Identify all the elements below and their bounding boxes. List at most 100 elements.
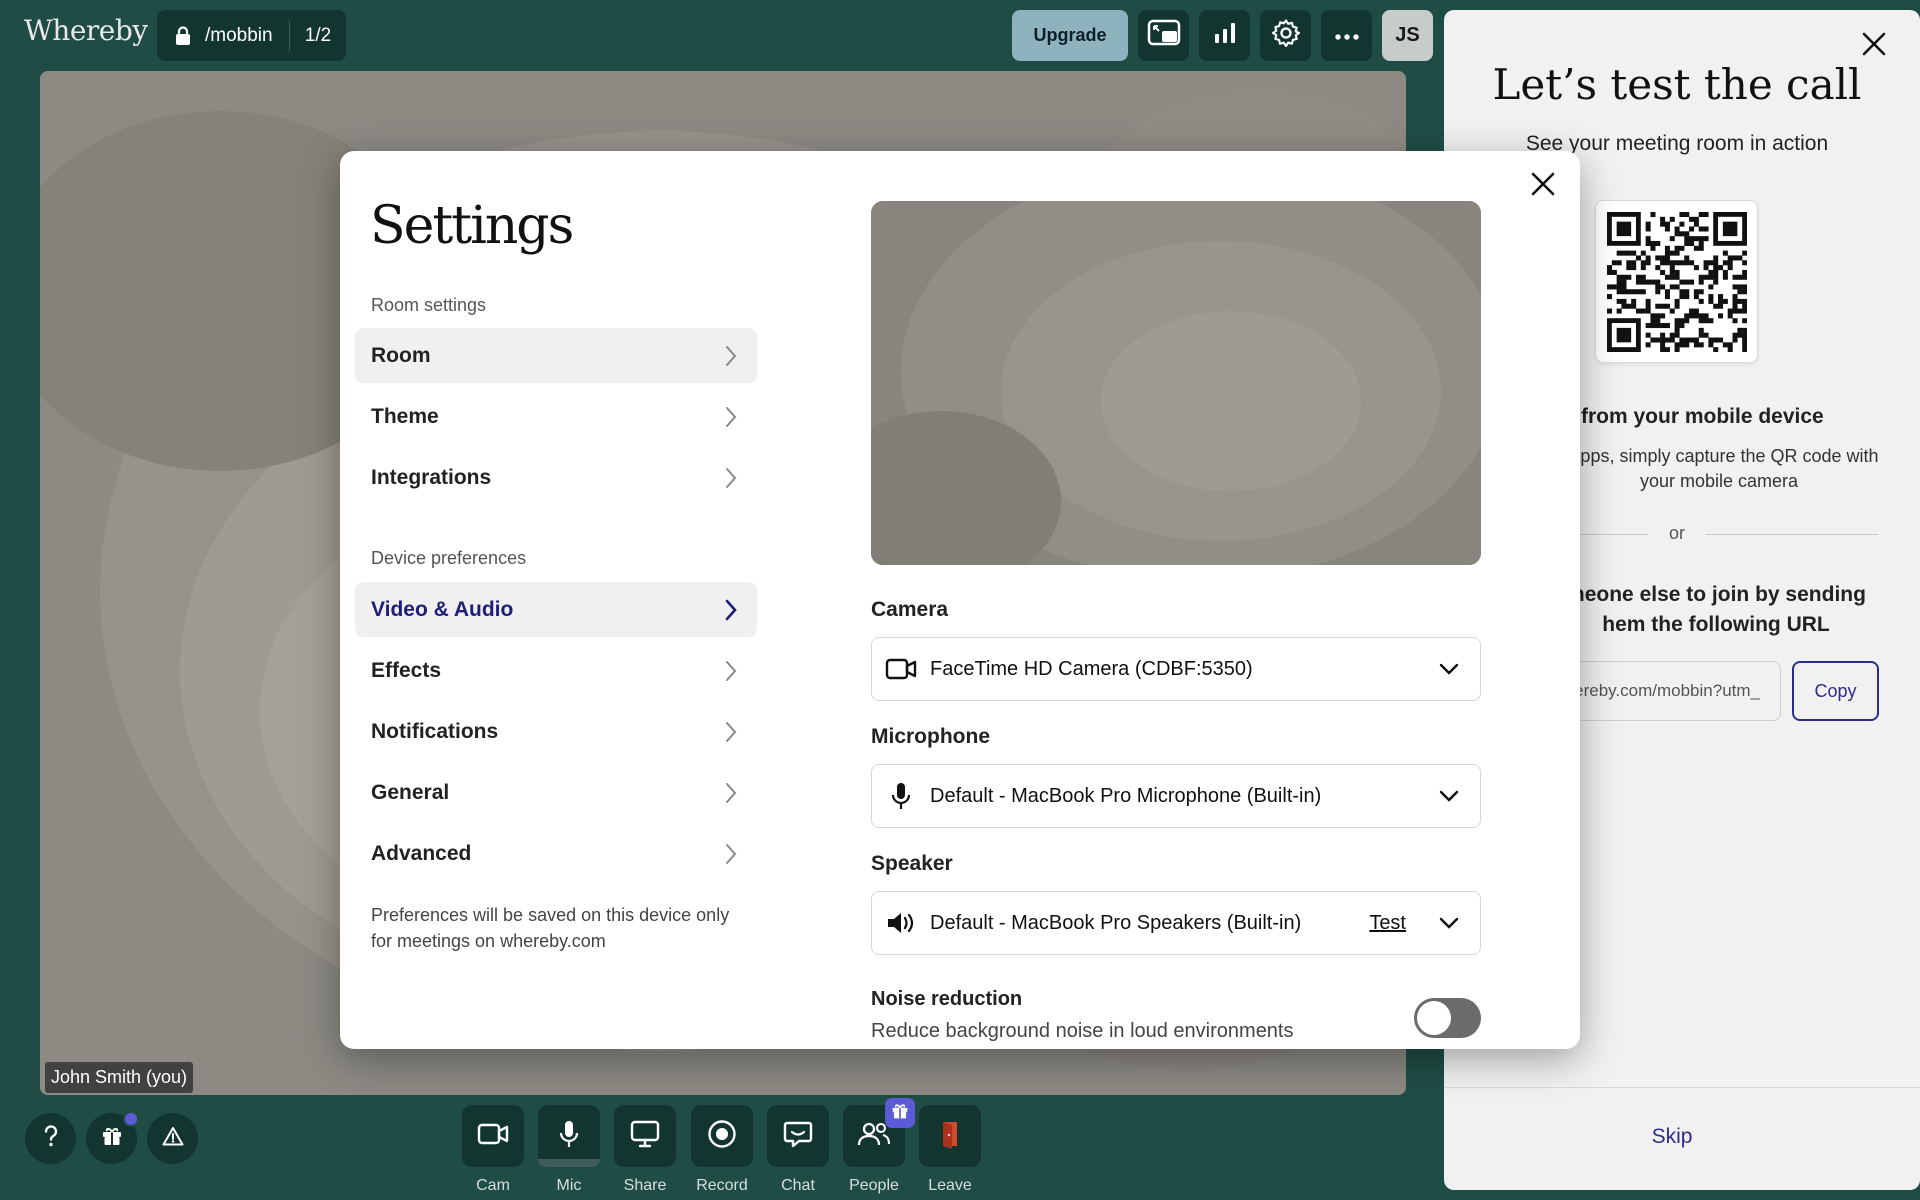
user-avatar[interactable]: JS xyxy=(1382,10,1433,61)
chevron-down-icon xyxy=(1424,790,1474,802)
mic-button-box[interactable] xyxy=(538,1105,600,1167)
settings-button[interactable] xyxy=(1260,10,1311,61)
cam-button-box[interactable] xyxy=(462,1105,524,1167)
participant-count: 1/2 xyxy=(304,24,332,46)
invite-heading: meone else to join by sending hem the fo… xyxy=(1566,583,1866,636)
share-button-box[interactable] xyxy=(614,1105,676,1167)
gift-icon xyxy=(891,1102,909,1125)
nav-item-theme[interactable]: Theme xyxy=(355,389,757,444)
skip-button[interactable]: Skip xyxy=(1444,1125,1900,1149)
people-label: People xyxy=(849,1177,899,1194)
or-label: or xyxy=(1668,523,1685,543)
chat-button-box[interactable] xyxy=(767,1105,829,1167)
mobile-device-heading: from your mobile device xyxy=(1581,405,1824,428)
more-options-button[interactable] xyxy=(1321,10,1372,61)
mic-button[interactable]: Mic xyxy=(538,1105,600,1195)
nav-item-integrations[interactable]: Integrations xyxy=(355,450,757,505)
nav-item-advanced[interactable]: Advanced xyxy=(355,826,757,881)
microphone-select[interactable]: Default - MacBook Pro Microphone (Built-… xyxy=(871,764,1481,828)
microphone-icon xyxy=(559,1119,579,1154)
upgrade-button[interactable]: Upgrade xyxy=(1012,10,1128,61)
monitor-icon xyxy=(630,1120,660,1153)
nav-item-label: Integrations xyxy=(371,465,492,489)
or-divider-left xyxy=(1575,534,1648,535)
settings-close-button[interactable] xyxy=(1527,170,1559,202)
camera-preview-texture xyxy=(871,201,1481,565)
chevron-down-icon xyxy=(1424,917,1474,929)
noise-reduction-description: Reduce background noise in loud environm… xyxy=(871,1020,1294,1042)
speaker-select[interactable]: Default - MacBook Pro Speakers (Built-in… xyxy=(871,891,1481,955)
record-button[interactable]: Record xyxy=(691,1105,753,1195)
nav-item-effects[interactable]: Effects xyxy=(355,643,757,698)
chevron-right-icon xyxy=(725,467,737,495)
warning-icon xyxy=(162,1126,184,1151)
nav-item-label: General xyxy=(371,780,450,804)
cam-label: Cam xyxy=(476,1177,510,1194)
device-preferences-label: Device preferences xyxy=(371,548,527,568)
room-pill[interactable]: /mobbin 1/2 xyxy=(157,10,346,61)
picture-in-picture-button[interactable] xyxy=(1138,10,1189,61)
chevron-right-icon xyxy=(725,843,737,871)
nav-item-room[interactable]: Room xyxy=(355,328,757,383)
nav-item-label: Video & Audio xyxy=(371,597,514,621)
nav-item-general[interactable]: General xyxy=(355,765,757,820)
or-divider-right xyxy=(1706,534,1878,535)
speaker-label: Speaker xyxy=(871,852,953,875)
chevron-right-icon xyxy=(725,345,737,373)
leave-label: Leave xyxy=(928,1177,972,1194)
help-button[interactable] xyxy=(25,1113,76,1164)
share-button[interactable]: Share xyxy=(614,1105,676,1195)
report-issue-button[interactable] xyxy=(147,1113,198,1164)
leave-button[interactable]: Leave xyxy=(919,1105,981,1195)
picture-in-picture-icon xyxy=(1147,18,1181,53)
notification-badge xyxy=(123,1111,139,1127)
leave-button-box[interactable] xyxy=(919,1105,981,1167)
video-camera-icon xyxy=(477,1123,509,1150)
chevron-right-icon xyxy=(725,782,737,810)
question-mark-icon xyxy=(43,1125,59,1152)
nav-item-video-audio[interactable]: Video & Audio xyxy=(355,582,757,637)
speaker-test-link[interactable]: Test xyxy=(1369,912,1406,935)
chat-bubble-icon xyxy=(783,1119,813,1154)
nav-item-notifications[interactable]: Notifications xyxy=(355,704,757,759)
close-icon xyxy=(1530,171,1556,202)
camera-select-value: FaceTime HD Camera (CDBF:5350) xyxy=(930,657,1253,680)
mic-label: Mic xyxy=(556,1177,582,1194)
chevron-right-icon xyxy=(725,660,737,688)
preferences-note: Preferences will be saved on this device… xyxy=(371,905,730,951)
gear-icon xyxy=(1271,18,1301,53)
camera-select[interactable]: FaceTime HD Camera (CDBF:5350) xyxy=(871,637,1481,701)
qr-code-icon xyxy=(1606,211,1747,352)
chevron-right-icon xyxy=(725,406,737,434)
chevron-right-icon xyxy=(725,599,737,627)
noise-reduction-toggle[interactable] xyxy=(1414,998,1481,1038)
camera-preview xyxy=(871,201,1481,565)
microphone-label: Microphone xyxy=(871,725,990,748)
people-gift-badge xyxy=(885,1098,915,1128)
chat-button[interactable]: Chat xyxy=(767,1105,829,1195)
microphone-icon xyxy=(872,781,930,811)
room-settings-label: Room settings xyxy=(371,295,487,315)
door-exit-icon xyxy=(937,1119,963,1154)
mobile-device-text: r apps, simply capture the QR code with … xyxy=(1559,446,1879,491)
test-call-title: Let’s test the call xyxy=(1492,60,1862,109)
bar-chart-icon xyxy=(1212,21,1238,50)
panel-footer-divider xyxy=(1444,1087,1920,1088)
nav-item-label: Theme xyxy=(371,404,439,428)
qr-code-card xyxy=(1595,200,1758,363)
nav-item-label: Notifications xyxy=(371,719,499,743)
cam-button[interactable]: Cam xyxy=(462,1105,524,1195)
stats-button[interactable] xyxy=(1199,10,1250,61)
test-call-close-button[interactable] xyxy=(1858,30,1890,62)
speaker-select-value: Default - MacBook Pro Speakers (Built-in… xyxy=(930,911,1302,934)
nav-item-label: Effects xyxy=(371,658,442,682)
nav-item-label: Room xyxy=(371,343,431,367)
speaker-icon xyxy=(872,911,930,935)
copy-url-button[interactable]: Copy xyxy=(1792,661,1879,721)
share-label: Share xyxy=(623,1177,667,1194)
whereby-logo: Whereby xyxy=(24,14,148,47)
record-button-box[interactable] xyxy=(691,1105,753,1167)
chevron-down-icon xyxy=(1424,663,1474,675)
chevron-right-icon xyxy=(725,721,737,749)
close-icon xyxy=(1861,31,1887,62)
